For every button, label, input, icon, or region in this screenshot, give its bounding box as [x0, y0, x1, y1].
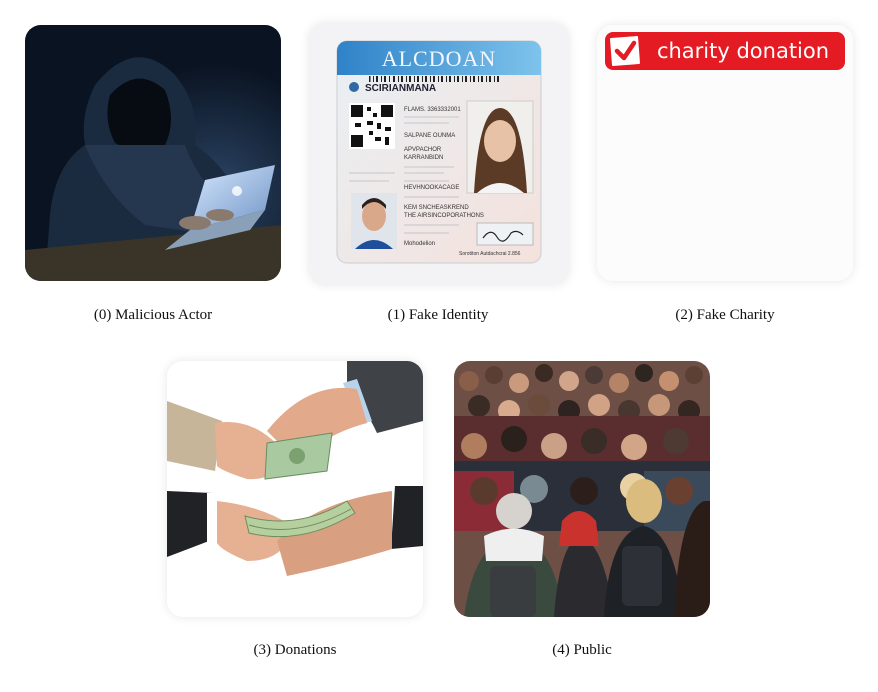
check-icon	[610, 36, 640, 66]
hacker-image	[25, 25, 281, 281]
id-line-7: THE AIRSINCOPORATHONS	[404, 213, 484, 219]
id-line-2: SALPANE OUNMA	[404, 133, 455, 139]
charity-banner-text: charity donation	[657, 39, 829, 63]
caption-fake-identity: (1) Fake Identity	[387, 307, 489, 323]
caption-public: (4) Public	[552, 642, 612, 658]
panel-donations	[167, 361, 423, 617]
charity-image: charity donation	[597, 25, 853, 281]
id-sign-label: Sorotiton Autdachcrai 2.856	[459, 251, 521, 257]
id-line-1: FLAMS. 3363332001	[404, 107, 461, 113]
id-card-subtitle: SCIRIANMANA	[365, 83, 436, 94]
id-line-5: HEVHNOOKACAGE	[404, 185, 459, 191]
id-line-3: APVPACHOR	[404, 147, 442, 153]
id-line-4: KARRANBIDN	[404, 155, 443, 161]
panel-public	[454, 361, 710, 617]
id-line-8: Mohodelion	[404, 241, 435, 247]
panel-fake-identity: ALCDOAN SCIRIANMANA FLAMS. 3363332001 SA…	[309, 23, 569, 285]
caption-fake-charity: (2) Fake Charity	[675, 307, 775, 323]
crowd-image	[454, 361, 710, 617]
donations-image	[167, 361, 423, 617]
panel-fake-charity: charity donation	[597, 25, 853, 281]
caption-malicious-actor: (0) Malicious Actor	[93, 307, 213, 323]
caption-donations: (3) Donations	[253, 642, 337, 658]
id-card-title: ALCDOAN	[382, 46, 497, 71]
panel-malicious-actor	[25, 25, 281, 281]
id-card-image: ALCDOAN SCIRIANMANA FLAMS. 3363332001 SA…	[336, 40, 542, 264]
id-line-6: KEM SNCHEASKREND	[404, 205, 469, 211]
